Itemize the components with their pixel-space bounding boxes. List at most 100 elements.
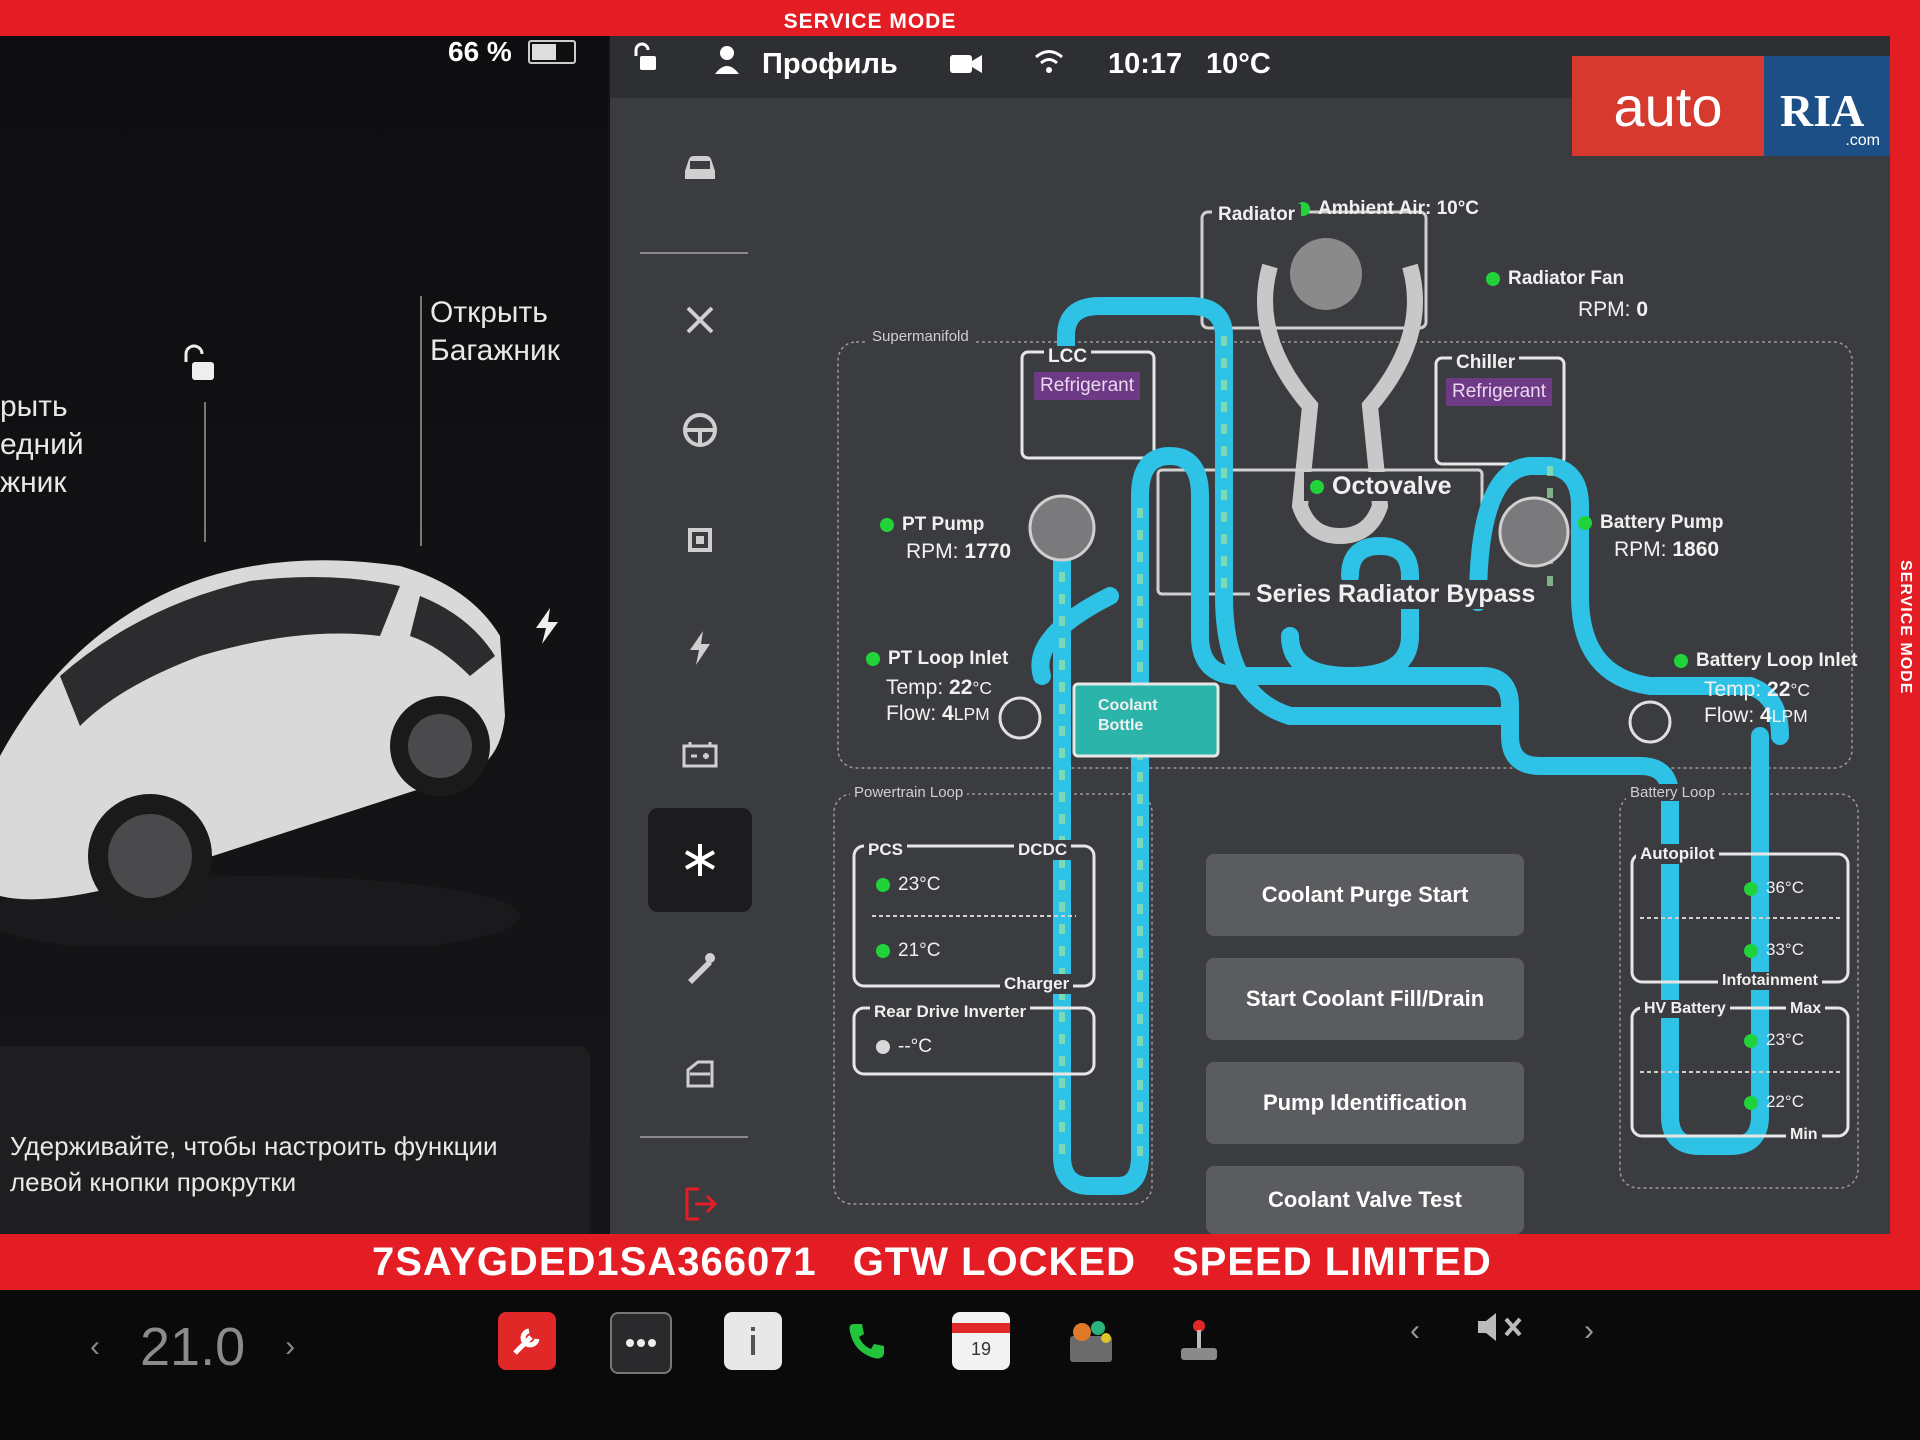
pcs-dot xyxy=(876,877,890,892)
arcade-joystick-icon[interactable] xyxy=(1170,1312,1228,1370)
pcs-temp: 23°C xyxy=(876,874,940,896)
radiator-label: Radiator xyxy=(1212,204,1302,226)
battery-pump-label: Battery Pump xyxy=(1578,512,1724,534)
cabin-temp-value: 21.0 xyxy=(140,1317,246,1377)
pcs-label: PCS xyxy=(864,840,907,860)
rdi-dot xyxy=(876,1039,890,1054)
pt-pump-dot xyxy=(880,517,894,532)
scroll-button-hint[interactable]: Удерживайте, чтобы настроить функции лев… xyxy=(0,1046,590,1234)
temp-up-arrow-icon[interactable]: › xyxy=(285,1330,295,1364)
battery-loop-flow: Flow: 4LPM xyxy=(1704,704,1808,727)
calendar-icon[interactable]: 19 xyxy=(952,1312,1010,1370)
battery-pump-dot xyxy=(1578,515,1592,530)
battery-loop-inlet-label: Battery Loop Inlet xyxy=(1674,650,1858,672)
volume-control: ‹ › xyxy=(1410,1310,1594,1352)
coolant-purge-start-button[interactable]: Coolant Purge Start xyxy=(1206,854,1524,936)
battery-loop-label: Battery Loop xyxy=(1626,784,1720,801)
open-trunk-label[interactable]: Открыть Багажник xyxy=(430,294,560,370)
calendar-day: 19 xyxy=(970,1338,992,1359)
manual-icon[interactable] xyxy=(724,1312,782,1370)
hv-min-dot xyxy=(1744,1095,1758,1110)
infotainment-label: Infotainment xyxy=(1718,972,1822,990)
cabin-temp-control: ‹ 21.0 › xyxy=(90,1316,295,1378)
pt-loop-inlet-dot xyxy=(866,651,880,666)
scroll-button-hint-text: Удерживайте, чтобы настроить функции лев… xyxy=(10,1131,498,1197)
temp-down-arrow-icon[interactable]: ‹ xyxy=(90,1330,100,1364)
autopilot-dot xyxy=(1744,881,1758,896)
infotainment-dot xyxy=(1744,943,1758,958)
lock-callout-line xyxy=(204,402,206,542)
vin-label: 7SAYGDED1SA366071 xyxy=(372,1239,817,1284)
battery-status: 66 % xyxy=(448,36,576,68)
bottom-dock: ‹ 21.0 › 19 ‹ › xyxy=(0,1290,1920,1440)
pt-loop-temp: Temp: 22°C xyxy=(886,676,993,699)
toybox-icon[interactable] xyxy=(1062,1312,1120,1370)
open-frunk-line2: едний xyxy=(0,428,84,461)
charger-dot xyxy=(876,943,890,958)
gtw-locked-label: GTW LOCKED xyxy=(852,1239,1136,1284)
hv-battery-label: HV Battery xyxy=(1640,1000,1730,1018)
service-thermal-panel: Профиль 10:17 10°C auto RIA .com Ambient… xyxy=(610,36,1890,1234)
battery-pump-rpm: RPM: 1860 xyxy=(1614,538,1720,561)
infotainment-temp: 33°C xyxy=(1744,940,1804,960)
charge-port-icon[interactable] xyxy=(532,606,562,651)
battery-percent: 66 % xyxy=(448,36,512,67)
unlock-icon[interactable] xyxy=(178,342,220,389)
octovalve-label: Octovalve xyxy=(1304,472,1458,501)
chiller-label: Chiller xyxy=(1452,352,1520,374)
pump-identification-button[interactable]: Pump Identification xyxy=(1206,1062,1524,1144)
volume-down-arrow-icon[interactable]: ‹ xyxy=(1410,1314,1420,1348)
radiator-fan-label: Radiator Fan xyxy=(1486,268,1624,290)
phone-icon[interactable] xyxy=(838,1312,896,1370)
charger-temp: 21°C xyxy=(876,940,940,962)
battery-loop-inlet-dot xyxy=(1674,653,1688,668)
chiller-refrigerant-badge: Refrigerant xyxy=(1446,378,1552,406)
hv-max-dot xyxy=(1744,1033,1758,1048)
radiator-fan-rpm: RPM: 0 xyxy=(1578,298,1649,321)
ambient-air-label: Ambient Air: 10°C xyxy=(1296,198,1479,220)
service-wrench-icon[interactable] xyxy=(498,1312,556,1370)
service-mode-top-label: SERVICE MODE xyxy=(783,10,957,33)
open-frunk-line3: жник xyxy=(0,466,67,499)
volume-up-arrow-icon[interactable]: › xyxy=(1584,1314,1594,1348)
open-trunk-line2: Багажник xyxy=(430,334,560,367)
series-radiator-bypass-label: Series Radiator Bypass xyxy=(1250,580,1542,609)
pt-loop-inlet-label: PT Loop Inlet xyxy=(866,648,1008,670)
charger-label: Charger xyxy=(1000,974,1074,994)
open-frunk-label[interactable]: рыть едний жник xyxy=(0,388,84,502)
hv-max-label: Max xyxy=(1786,1000,1826,1018)
pt-pump-rpm: RPM: 1770 xyxy=(906,540,1012,563)
powertrain-loop-label: Powertrain Loop xyxy=(850,784,968,801)
rdi-temp: --°C xyxy=(876,1036,932,1058)
coolant-bottle-label: Coolant Bottle xyxy=(1098,697,1158,734)
touchscreen: 66 % Открыть Багажник рыть едний жник Уд… xyxy=(0,36,1890,1234)
lcc-label: LCC xyxy=(1044,346,1092,368)
pt-pump-label: PT Pump xyxy=(880,514,984,536)
service-status-strip: 7SAYGDED1SA366071 GTW LOCKED SPEED LIMIT… xyxy=(0,1234,1920,1290)
hv-min-label: Min xyxy=(1786,1126,1822,1144)
autopilot-label: Autopilot xyxy=(1636,844,1719,864)
open-frunk-line1: рыть xyxy=(0,390,68,423)
trunk-callout-line xyxy=(420,296,422,546)
battery-icon xyxy=(527,40,576,64)
hv-min-temp: 22°C xyxy=(1744,1092,1804,1112)
autopilot-temp: 36°C xyxy=(1744,878,1804,898)
more-apps-icon[interactable] xyxy=(610,1312,672,1374)
coolant-valve-test-button[interactable]: Coolant Valve Test xyxy=(1206,1166,1524,1234)
rear-drive-inverter-label: Rear Drive Inverter xyxy=(870,1002,1031,1022)
mute-speaker-icon[interactable] xyxy=(1476,1310,1528,1352)
vehicle-panel: 66 % Открыть Багажник рыть едний жник Уд… xyxy=(0,36,608,1234)
supermanifold-label: Supermanifold xyxy=(868,328,973,345)
open-trunk-line1: Открыть xyxy=(430,296,548,329)
service-mode-side-label: SERVICE MODE xyxy=(1897,560,1914,695)
battery-loop-temp: Temp: 22°C xyxy=(1704,678,1811,701)
speed-limited-label: SPEED LIMITED xyxy=(1172,1239,1492,1284)
coolant-fill-drain-button[interactable]: Start Coolant Fill/Drain xyxy=(1206,958,1524,1040)
octovalve-dot xyxy=(1310,480,1324,495)
hv-max-temp: 23°C xyxy=(1744,1030,1804,1050)
pt-loop-flow: Flow: 4LPM xyxy=(886,702,990,725)
dcdc-label: DCDC xyxy=(1014,840,1072,860)
lcc-refrigerant-badge: Refrigerant xyxy=(1034,372,1140,400)
radiator-fan-dot xyxy=(1486,271,1500,286)
vehicle-image xyxy=(0,560,520,946)
